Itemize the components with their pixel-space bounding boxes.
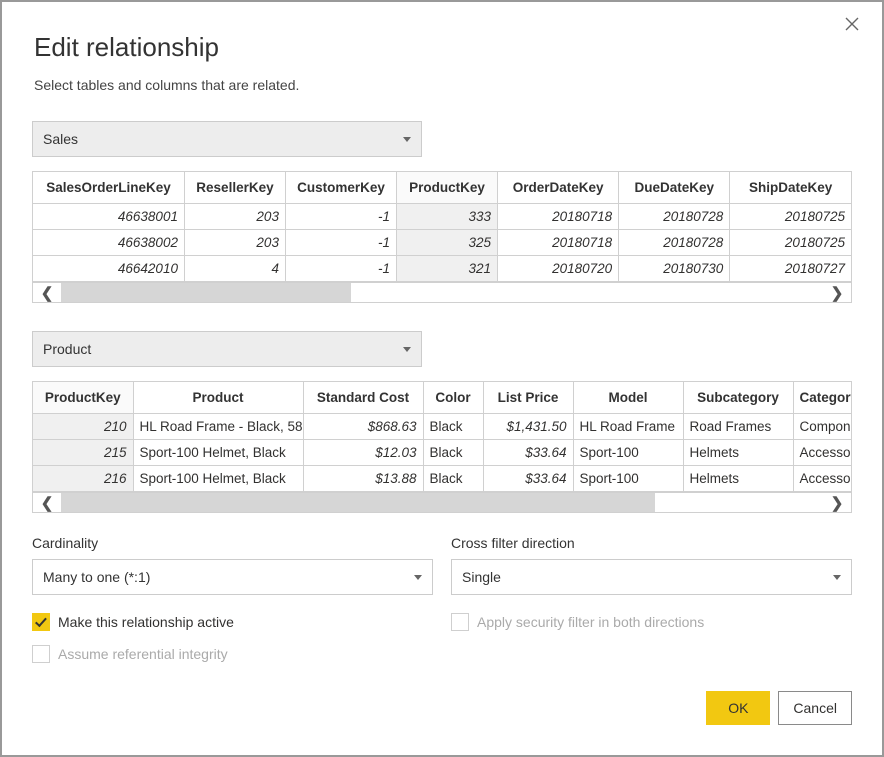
col-header[interactable]: ProductKey [397, 172, 498, 204]
crossfilter-select[interactable]: Single [451, 559, 852, 595]
table-row[interactable]: 46638001 203 -1 333 20180718 20180728 20… [33, 204, 851, 230]
col-header[interactable]: Standard Cost [303, 382, 423, 414]
chevron-down-icon [403, 137, 411, 142]
table-row[interactable]: 216 Sport-100 Helmet, Black $13.88 Black… [33, 466, 852, 492]
table1-grid: SalesOrderLineKey ResellerKey CustomerKe… [32, 171, 852, 283]
col-header[interactable]: ProductKey [33, 382, 133, 414]
checkbox-icon [451, 613, 469, 631]
table1-select[interactable]: Sales [32, 121, 422, 157]
checkbox-icon [32, 613, 50, 631]
table-row[interactable]: 215 Sport-100 Helmet, Black $12.03 Black… [33, 440, 852, 466]
security-checkbox: Apply security filter in both directions [451, 613, 852, 631]
col-header[interactable]: List Price [483, 382, 573, 414]
col-header[interactable]: ShipDateKey [730, 172, 851, 204]
table2-select[interactable]: Product [32, 331, 422, 367]
col-header[interactable]: OrderDateKey [498, 172, 619, 204]
scroll-left-icon[interactable]: ❮ [33, 283, 61, 302]
col-header[interactable]: Color [423, 382, 483, 414]
col-header[interactable]: Product [133, 382, 303, 414]
cardinality-label: Cardinality [32, 535, 433, 551]
col-header[interactable]: ResellerKey [184, 172, 285, 204]
cardinality-select[interactable]: Many to one (*:1) [32, 559, 433, 595]
table1-scrollbar[interactable]: ❮ ❯ [32, 283, 852, 303]
crossfilter-label: Cross filter direction [451, 535, 852, 551]
table1-name: Sales [43, 131, 78, 147]
ok-button[interactable]: OK [706, 691, 770, 725]
col-header[interactable]: Category [793, 382, 852, 414]
col-header[interactable]: Model [573, 382, 683, 414]
checkbox-icon [32, 645, 50, 663]
chevron-down-icon [403, 347, 411, 352]
integrity-checkbox: Assume referential integrity [32, 645, 433, 663]
table2-name: Product [43, 341, 91, 357]
scroll-right-icon[interactable]: ❯ [823, 283, 851, 302]
cancel-button[interactable]: Cancel [778, 691, 852, 725]
dialog-title: Edit relationship [34, 32, 852, 63]
dialog-subtitle: Select tables and columns that are relat… [34, 77, 852, 93]
scroll-left-icon[interactable]: ❮ [33, 493, 61, 512]
table2-scrollbar[interactable]: ❮ ❯ [32, 493, 852, 513]
col-header[interactable]: SalesOrderLineKey [33, 172, 184, 204]
close-icon[interactable] [844, 16, 864, 36]
col-header[interactable]: CustomerKey [285, 172, 396, 204]
chevron-down-icon [833, 575, 841, 580]
col-header[interactable]: Subcategory [683, 382, 793, 414]
scroll-right-icon[interactable]: ❯ [823, 493, 851, 512]
edit-relationship-dialog: Edit relationship Select tables and colu… [0, 0, 884, 757]
table-row[interactable]: 46642010 4 -1 321 20180720 20180730 2018… [33, 256, 851, 282]
active-checkbox[interactable]: Make this relationship active [32, 613, 433, 631]
table-row[interactable]: 46638002 203 -1 325 20180718 20180728 20… [33, 230, 851, 256]
table2-grid: ProductKey Product Standard Cost Color L… [32, 381, 852, 493]
table-row[interactable]: 210 HL Road Frame - Black, 58 $868.63 Bl… [33, 414, 852, 440]
col-header[interactable]: DueDateKey [619, 172, 730, 204]
chevron-down-icon [414, 575, 422, 580]
